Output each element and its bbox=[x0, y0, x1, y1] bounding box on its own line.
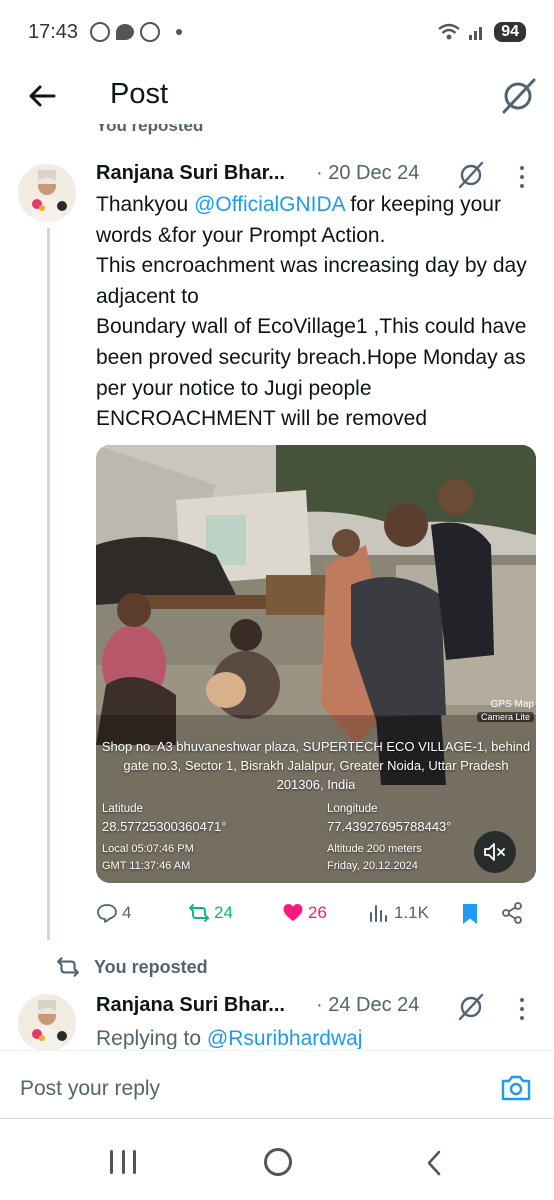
bookmark-filled-icon[interactable] bbox=[460, 902, 480, 926]
grok-analyze-icon[interactable] bbox=[456, 160, 486, 190]
more-options-icon[interactable] bbox=[519, 166, 525, 190]
longitude-value: 77.43927695788443° bbox=[327, 819, 452, 834]
replying-to: Replying to @Rsuribhardwaj bbox=[96, 1027, 363, 1049]
latitude-label: Latitude bbox=[102, 803, 143, 815]
grok-icon[interactable] bbox=[498, 76, 538, 116]
camera-icon[interactable] bbox=[500, 1073, 532, 1103]
thread-connector-line bbox=[47, 228, 50, 940]
tweet-author-name[interactable]: Ranjana Suri Bhar... bbox=[96, 162, 285, 185]
mention-link[interactable]: @OfficialGNIDA bbox=[194, 193, 344, 216]
recent-apps-icon[interactable] bbox=[110, 1150, 136, 1174]
view-count: 1.1K bbox=[394, 903, 429, 922]
reply-composer: Post your reply bbox=[0, 1050, 554, 1122]
tweet2-date[interactable]: · 24 Dec 24 bbox=[316, 994, 419, 1017]
repost-label: You reposted bbox=[94, 956, 208, 977]
like-count: 26 bbox=[308, 903, 327, 922]
system-back-icon[interactable] bbox=[426, 1150, 442, 1176]
gps-camera-logo: GPS Map Camera Lite bbox=[464, 699, 534, 723]
avatar-image bbox=[18, 994, 76, 1052]
tweet-video[interactable]: GPS Map Camera Lite Shop no. A3 bhuvanes… bbox=[96, 445, 536, 883]
gps-altitude-date: Altitude 200 meters Friday, 20.12.2024 bbox=[327, 843, 422, 872]
reply-divider bbox=[0, 1118, 554, 1119]
gps-time-block: Local 05:07:46 PM GMT 11:37:46 AM bbox=[102, 843, 194, 872]
avatar-second[interactable] bbox=[18, 994, 76, 1052]
reply-input[interactable]: Post your reply bbox=[20, 1077, 160, 1101]
tweet-actions: 4 24 26 1.1K bbox=[96, 896, 536, 930]
repost-icon bbox=[57, 957, 79, 977]
longitude-label: Longitude bbox=[327, 803, 378, 815]
speaker-muted-icon bbox=[484, 843, 505, 861]
heart-filled-icon bbox=[283, 904, 303, 921]
system-navigation-bar bbox=[0, 1128, 554, 1200]
gps-address: Shop no. A3 bhuvaneshwar plaza, SUPERTEC… bbox=[101, 739, 531, 792]
avatar-image bbox=[18, 164, 76, 222]
threads-notification-icon bbox=[90, 22, 111, 42]
repost-top-label: You reposted bbox=[96, 124, 204, 135]
latitude-value: 28.57725300360471° bbox=[102, 819, 227, 834]
wifi-icon bbox=[438, 23, 460, 40]
replying-to-handle[interactable]: @Rsuribhardwaj bbox=[207, 1027, 363, 1049]
tweet2-author-name[interactable]: Ranjana Suri Bhar... bbox=[96, 994, 285, 1017]
grok-analyze-icon[interactable] bbox=[456, 992, 486, 1022]
signal-icon bbox=[469, 27, 483, 40]
repost-icon bbox=[189, 904, 209, 922]
repost-button[interactable]: 24 bbox=[188, 896, 233, 930]
like-button[interactable]: 26 bbox=[282, 896, 327, 930]
status-time: 17:43 bbox=[28, 20, 79, 43]
more-notifications-dot-icon bbox=[176, 29, 183, 35]
home-icon[interactable] bbox=[264, 1148, 292, 1176]
repost-indicator-top: You reposted bbox=[56, 124, 316, 142]
views-chart-icon bbox=[370, 905, 387, 922]
status-bar: 17:43 94 bbox=[0, 0, 554, 64]
tweet-date[interactable]: · 20 Dec 24 bbox=[316, 162, 419, 185]
share-icon[interactable] bbox=[500, 901, 524, 925]
reply-count: 4 bbox=[122, 903, 132, 922]
repost-indicator: You reposted bbox=[56, 955, 208, 979]
views-button[interactable]: 1.1K bbox=[368, 896, 429, 930]
avatar[interactable] bbox=[18, 164, 76, 222]
battery-indicator: 94 bbox=[494, 22, 526, 42]
chat-notification-icon bbox=[116, 24, 135, 40]
threads-notification-icon-2 bbox=[140, 22, 161, 42]
more-options-icon[interactable] bbox=[519, 998, 525, 1022]
page-title: Post bbox=[110, 78, 169, 110]
back-arrow-icon[interactable] bbox=[26, 80, 58, 112]
top-app-bar: Post bbox=[0, 64, 554, 128]
repost-count: 24 bbox=[214, 903, 233, 922]
video-frame-image bbox=[96, 445, 536, 883]
mute-button[interactable] bbox=[474, 831, 516, 873]
reply-button[interactable]: 4 bbox=[96, 896, 131, 930]
reply-icon bbox=[97, 904, 117, 923]
tweet-text: Thankyou @OfficialGNIDA for keeping your… bbox=[96, 193, 527, 431]
